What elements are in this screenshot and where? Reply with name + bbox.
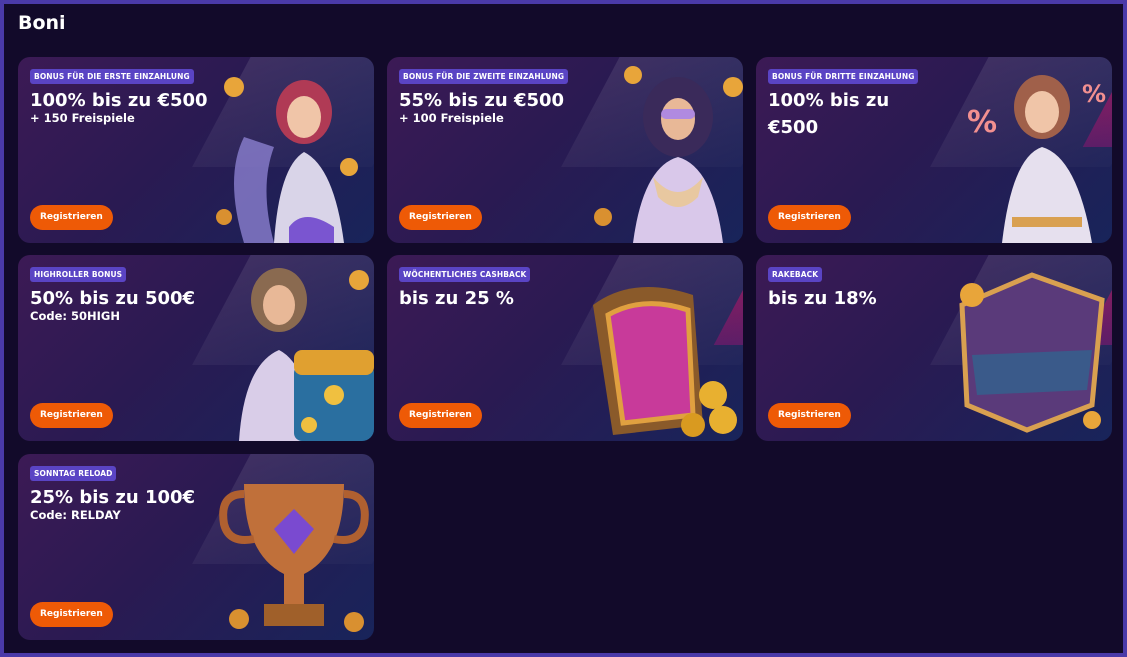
register-button[interactable]: Registrieren [768,205,851,230]
bonus-headline-line1: 100% bis zu [768,90,890,111]
register-button[interactable]: Registrieren [30,602,113,627]
bonus-headline: 25% bis zu 100€ [30,487,196,508]
bonus-headline-line2: €500 [768,117,819,138]
bonus-page: Boni BONUS FÜR DIE ERSTE EINZAHLUNG 100%… [4,4,1123,653]
bonus-card-second-deposit[interactable]: BONUS FÜR DIE ZWEITE EINZAHLUNG 55% bis … [387,57,743,243]
bonus-headline: bis zu 18% [768,288,877,309]
bonus-card-highroller[interactable]: HIGHROLLER BONUS 50% bis zu 500€ Code: 5… [18,255,374,441]
bonus-badge: RAKEBACK [768,267,823,282]
bonus-subtext: + 150 Freispiele [30,111,135,125]
bonus-subtext: + 100 Freispiele [399,111,504,125]
trophy-icon [219,484,369,632]
rakeback-emblem-icon [959,272,1105,433]
register-button[interactable]: Registrieren [399,205,482,230]
bonus-card-sunday-reload[interactable]: SONNTAG RELOAD 25% bis zu 100€ Code: REL… [18,454,374,640]
harp-goddess-icon [216,77,358,243]
bonus-badge: WÖCHENTLICHES CASHBACK [399,267,531,282]
cashback-harp-icon [593,287,737,437]
register-button[interactable]: Registrieren [768,403,851,428]
treasure-chest-icon [239,268,374,441]
bonus-grid: BONUS FÜR DIE ERSTE EINZAHLUNG 100% bis … [4,4,1123,653]
bonus-headline: 100% bis zu €500 [768,87,889,141]
bonus-badge: SONNTAG RELOAD [30,466,117,481]
bonus-badge: BONUS FÜR DRITTE EINZAHLUNG [768,69,919,84]
sunglasses-goddess-icon [594,66,743,243]
bonus-headline: bis zu 25 % [399,288,514,309]
svg-text:%: % [1082,80,1106,108]
bonus-card-rakeback[interactable]: RAKEBACK bis zu 18% Registrieren [756,255,1112,441]
bonus-subtext: Code: RELDAY [30,508,121,522]
bonus-card-first-deposit[interactable]: BONUS FÜR DIE ERSTE EINZAHLUNG 100% bis … [18,57,374,243]
svg-text:%: % [967,105,997,140]
register-button[interactable]: Registrieren [30,403,113,428]
bonus-badge: HIGHROLLER BONUS [30,267,127,282]
bonus-card-weekly-cashback[interactable]: WÖCHENTLICHES CASHBACK bis zu 25 % Regis… [387,255,743,441]
bonus-badge: BONUS FÜR DIE ZWEITE EINZAHLUNG [399,69,569,84]
bonus-subtext: Code: 50HIGH [30,309,120,323]
bonus-headline: 50% bis zu 500€ [30,288,196,309]
register-button[interactable]: Registrieren [30,205,113,230]
bonus-headline: 55% bis zu €500 [399,90,565,111]
percent-goddess-icon: % % [967,75,1106,243]
bonus-card-third-deposit[interactable]: BONUS FÜR DRITTE EINZAHLUNG 100% bis zu … [756,57,1112,243]
bonus-badge: BONUS FÜR DIE ERSTE EINZAHLUNG [30,69,194,84]
register-button[interactable]: Registrieren [399,403,482,428]
bonus-headline: 100% bis zu €500 [30,90,208,111]
